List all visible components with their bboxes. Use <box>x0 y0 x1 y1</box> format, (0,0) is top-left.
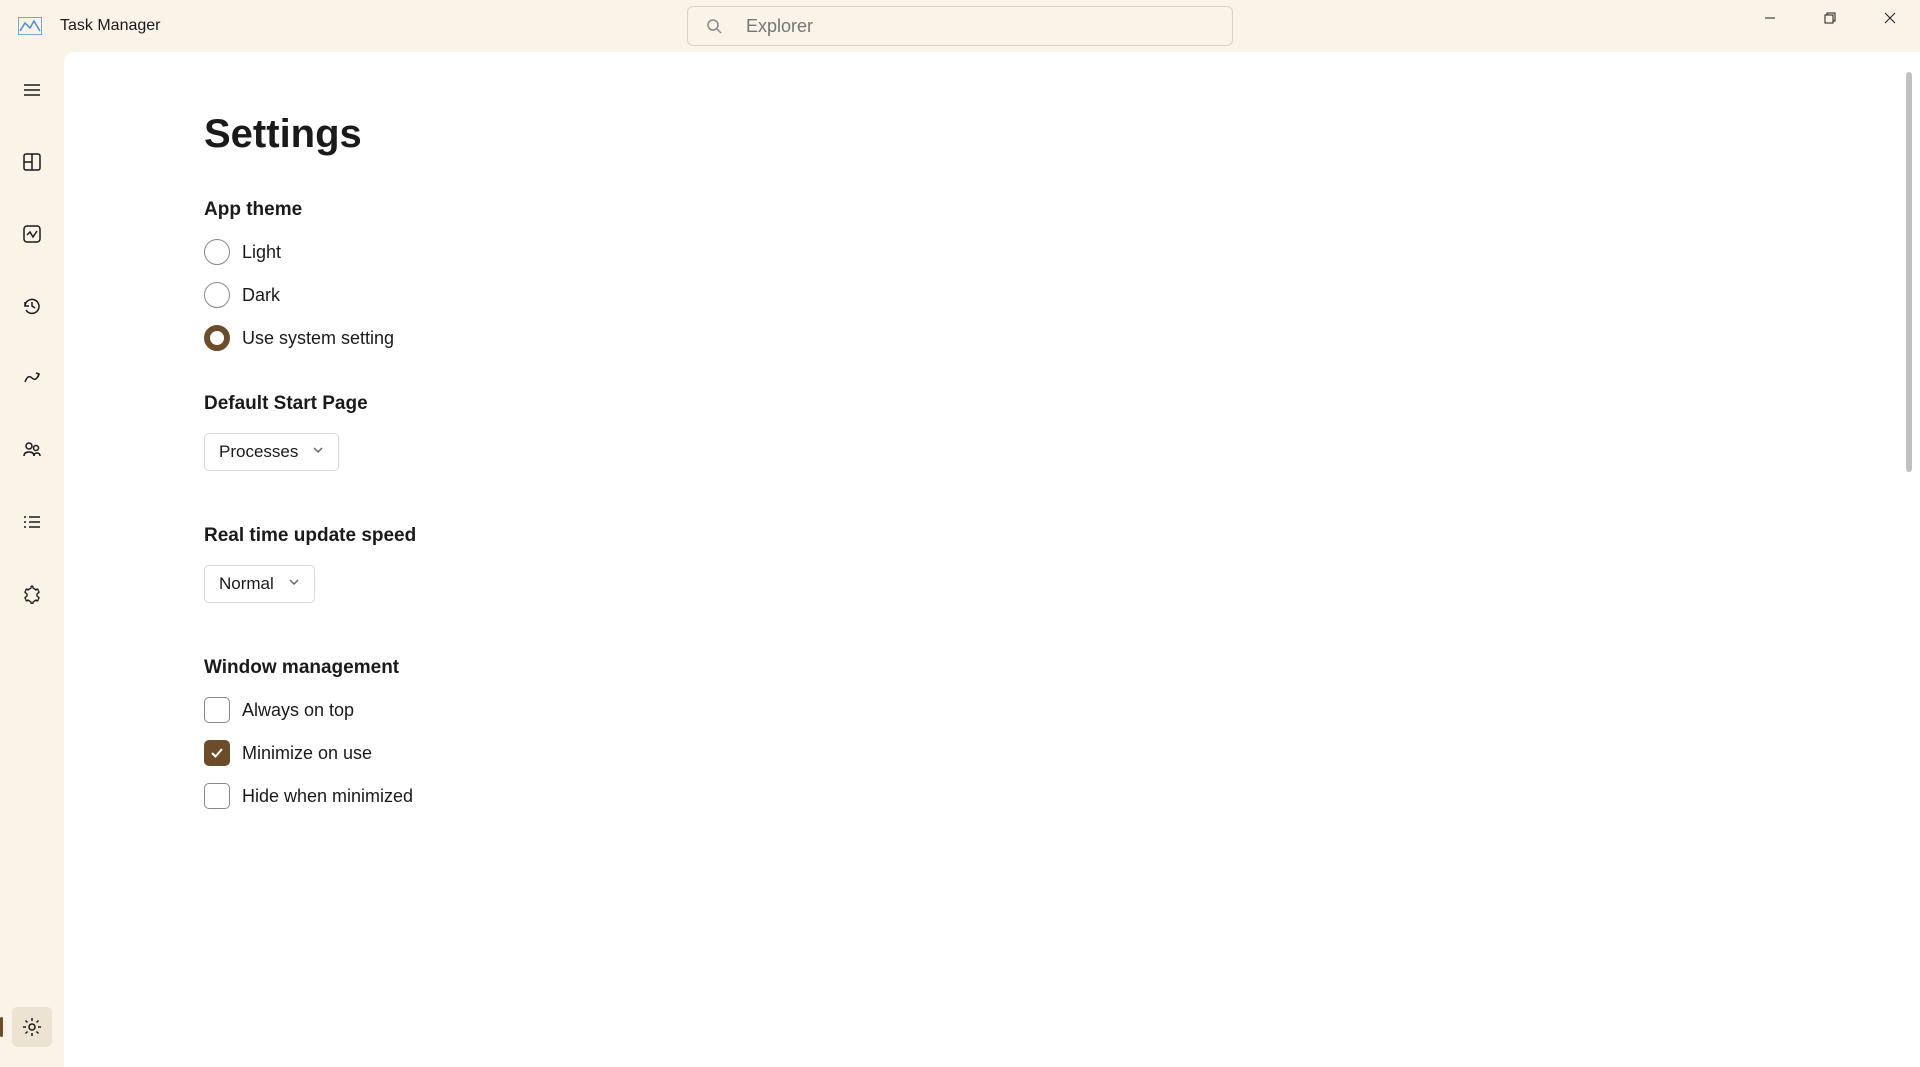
sidebar-item-performance[interactable] <box>12 214 52 254</box>
checkbox-label-hide-when-minimized: Hide when minimized <box>242 786 413 807</box>
default-start-page-dropdown[interactable]: Processes <box>204 433 339 471</box>
radio-label-system: Use system setting <box>242 328 394 349</box>
update-speed-dropdown[interactable]: Normal <box>204 565 315 603</box>
checkbox-label-always-on-top: Always on top <box>242 700 354 721</box>
sidebar-item-processes[interactable] <box>12 142 52 182</box>
title-bar: Task Manager <box>0 0 1920 52</box>
close-button[interactable] <box>1860 0 1920 36</box>
search-icon <box>706 18 722 34</box>
dropdown-value: Normal <box>219 574 274 594</box>
app-title: Task Manager <box>60 17 161 35</box>
chevron-down-icon <box>312 443 324 461</box>
radio-icon <box>204 282 230 308</box>
page-title: Settings <box>204 112 1920 157</box>
dropdown-value: Processes <box>219 442 298 462</box>
radio-label-light: Light <box>242 242 281 263</box>
minimize-button[interactable] <box>1740 0 1800 36</box>
checkbox-icon-checked <box>204 740 230 766</box>
window-management-title: Window management <box>204 657 1920 679</box>
sidebar-item-settings[interactable] <box>12 1007 52 1047</box>
app-theme-title: App theme <box>204 199 1920 221</box>
content-area: Settings App theme Light Dark Use system… <box>64 52 1920 1067</box>
checkbox-minimize-on-use[interactable]: Minimize on use <box>204 740 1920 766</box>
app-icon <box>18 17 42 35</box>
radio-option-system[interactable]: Use system setting <box>204 325 1920 351</box>
window-management-group: Always on top Minimize on use Hide when … <box>204 697 1920 809</box>
sidebar-item-services[interactable] <box>12 574 52 614</box>
scrollbar[interactable] <box>1906 72 1912 472</box>
search-box[interactable] <box>687 6 1233 46</box>
radio-label-dark: Dark <box>242 285 280 306</box>
checkbox-label-minimize-on-use: Minimize on use <box>242 743 372 764</box>
sidebar-item-startup[interactable] <box>12 358 52 398</box>
sidebar-item-history[interactable] <box>12 286 52 326</box>
sidebar-item-users[interactable] <box>12 430 52 470</box>
maximize-button[interactable] <box>1800 0 1860 36</box>
radio-option-dark[interactable]: Dark <box>204 282 1920 308</box>
chevron-down-icon <box>288 575 300 593</box>
radio-icon-selected <box>204 325 230 351</box>
search-input[interactable] <box>746 16 1214 37</box>
window-controls <box>1740 0 1920 32</box>
checkbox-hide-when-minimized[interactable]: Hide when minimized <box>204 783 1920 809</box>
main-container: Settings App theme Light Dark Use system… <box>0 52 1920 1067</box>
checkbox-icon <box>204 697 230 723</box>
checkbox-icon <box>204 783 230 809</box>
sidebar <box>0 52 64 1067</box>
app-theme-radio-group: Light Dark Use system setting <box>204 239 1920 351</box>
checkbox-always-on-top[interactable]: Always on top <box>204 697 1920 723</box>
update-speed-title: Real time update speed <box>204 525 1920 547</box>
sidebar-item-details[interactable] <box>12 502 52 542</box>
hamburger-menu-button[interactable] <box>12 70 52 110</box>
radio-option-light[interactable]: Light <box>204 239 1920 265</box>
default-start-page-title: Default Start Page <box>204 393 1920 415</box>
radio-icon <box>204 239 230 265</box>
